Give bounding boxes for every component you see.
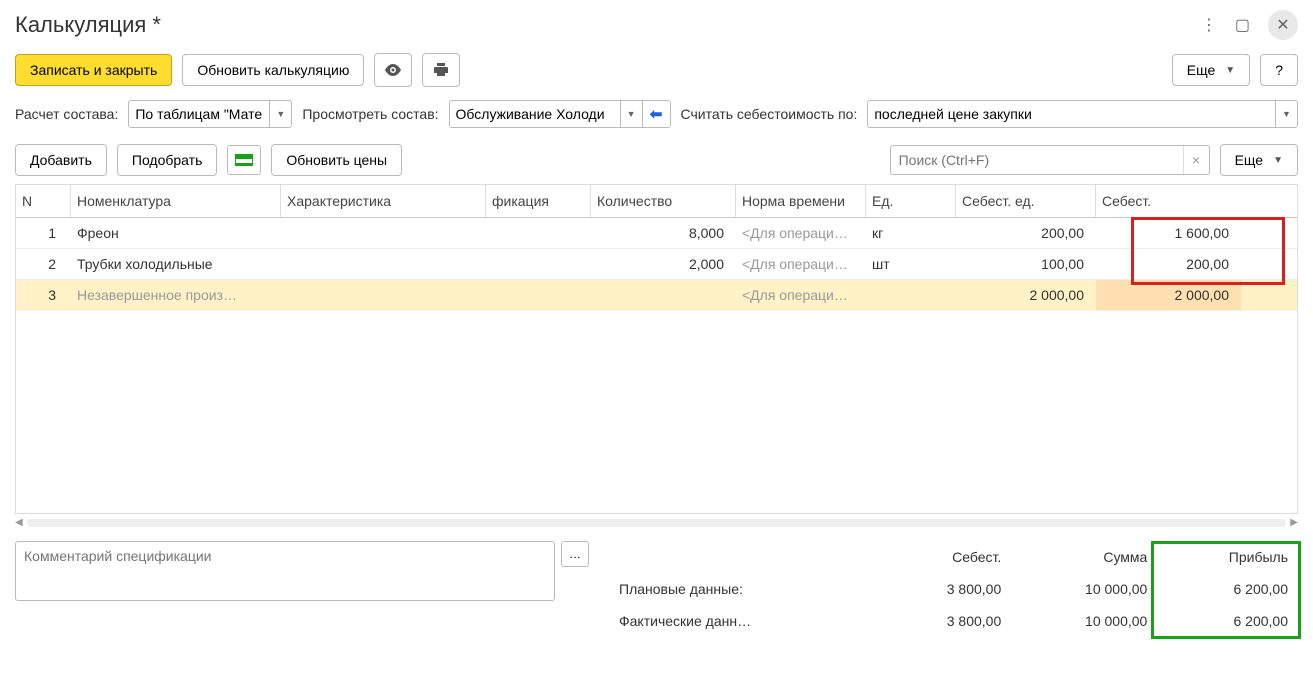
grid-body[interactable]: 1 Фреон 8,000 <Для операци… кг 200,00 1 … bbox=[16, 218, 1297, 513]
summary-col-sum: Сумма bbox=[1011, 541, 1157, 573]
search-input-wrap[interactable]: × bbox=[890, 145, 1210, 175]
more-button-top[interactable]: Еще▼ bbox=[1172, 54, 1250, 86]
search-input[interactable] bbox=[891, 148, 1183, 172]
horizontal-scrollbar[interactable]: ◀ ▶ bbox=[0, 514, 1313, 531]
summary-col-cost: Себест. bbox=[879, 541, 1011, 573]
compose-label: Расчет состава: bbox=[15, 106, 118, 122]
col-quantity[interactable]: Количество bbox=[591, 185, 736, 217]
cost-label: Считать себестоимость по: bbox=[681, 106, 858, 122]
summary-row-plan: Плановые данные: 3 800,00 10 000,00 6 20… bbox=[609, 573, 1298, 605]
summary-col-profit: Прибыль bbox=[1157, 541, 1298, 573]
kebab-menu-icon[interactable]: ⋮ bbox=[1201, 15, 1217, 35]
chevron-down-icon[interactable]: ▼ bbox=[269, 101, 291, 127]
cost-input[interactable] bbox=[868, 103, 1275, 125]
table-icon-button[interactable] bbox=[227, 145, 261, 175]
summary-row-fact: Фактические данн… 3 800,00 10 000,00 6 2… bbox=[609, 605, 1298, 637]
scroll-right-icon[interactable]: ▶ bbox=[1290, 517, 1298, 528]
col-n[interactable]: N bbox=[16, 185, 71, 217]
table-row[interactable]: 3 Незавершенное произ… <Для операци… 2 0… bbox=[16, 280, 1297, 311]
pick-button[interactable]: Подобрать bbox=[117, 144, 218, 176]
col-unit-cost[interactable]: Себест. ед. bbox=[956, 185, 1096, 217]
more-button-grid[interactable]: Еще▼ bbox=[1220, 144, 1298, 176]
refresh-calculation-button[interactable]: Обновить калькуляцию bbox=[182, 54, 364, 86]
col-cost[interactable]: Себест. bbox=[1096, 185, 1241, 217]
compose-select[interactable]: ▼ bbox=[128, 100, 292, 128]
chevron-down-icon[interactable]: ▼ bbox=[1275, 101, 1297, 127]
col-time-norm[interactable]: Норма времени bbox=[736, 185, 866, 217]
help-button[interactable]: ? bbox=[1260, 54, 1298, 86]
add-button[interactable]: Добавить bbox=[15, 144, 107, 176]
comment-more-button[interactable]: … bbox=[561, 541, 589, 567]
summary-table: Себест. Сумма Прибыль Плановые данные: 3… bbox=[609, 541, 1298, 637]
cost-select[interactable]: ▼ bbox=[867, 100, 1298, 128]
clear-search-icon[interactable]: × bbox=[1183, 146, 1209, 174]
page-title: Калькуляция * bbox=[15, 12, 161, 38]
comment-textarea[interactable] bbox=[15, 541, 555, 601]
print-button[interactable] bbox=[422, 53, 460, 87]
preview-input[interactable] bbox=[450, 103, 620, 125]
col-fication[interactable]: фикация bbox=[486, 185, 591, 217]
table-row[interactable]: 1 Фреон 8,000 <Для операци… кг 200,00 1 … bbox=[16, 218, 1297, 249]
col-unit[interactable]: Ед. bbox=[866, 185, 956, 217]
col-nomenclature[interactable]: Номенклатура bbox=[71, 185, 281, 217]
preview-button[interactable] bbox=[374, 53, 412, 87]
arrow-left-icon[interactable]: ⬅ bbox=[642, 101, 670, 127]
scroll-left-icon[interactable]: ◀ bbox=[15, 517, 23, 528]
items-grid: N Номенклатура Характеристика фикация Ко… bbox=[15, 184, 1298, 514]
close-icon[interactable]: ✕ bbox=[1268, 10, 1298, 40]
refresh-prices-button[interactable]: Обновить цены bbox=[271, 144, 402, 176]
maximize-icon[interactable]: ▢ bbox=[1235, 15, 1250, 35]
chevron-down-icon[interactable]: ▼ bbox=[620, 101, 642, 127]
preview-label: Просмотреть состав: bbox=[302, 106, 438, 122]
table-row[interactable]: 2 Трубки холодильные 2,000 <Для операци…… bbox=[16, 249, 1297, 280]
preview-select[interactable]: ▼ ⬅ bbox=[449, 100, 671, 128]
compose-input[interactable] bbox=[129, 103, 269, 125]
grid-header: N Номенклатура Характеристика фикация Ко… bbox=[16, 185, 1297, 218]
col-characteristic[interactable]: Характеристика bbox=[281, 185, 486, 217]
save-and-close-button[interactable]: Записать и закрыть bbox=[15, 54, 172, 86]
